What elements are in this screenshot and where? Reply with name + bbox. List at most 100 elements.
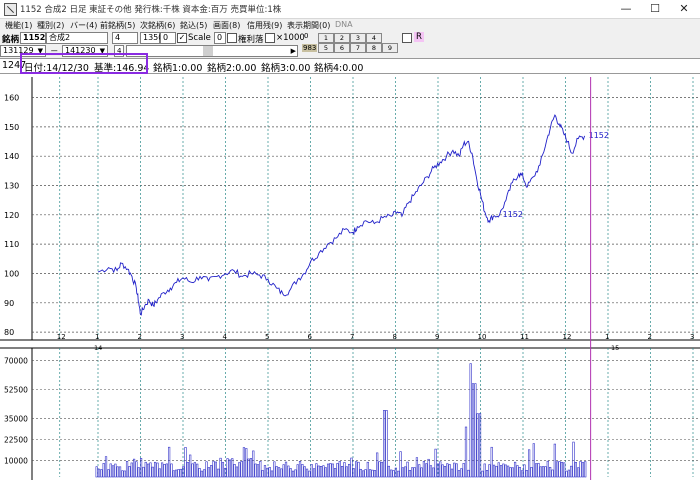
x-tick-label: 12 <box>563 333 572 341</box>
volume-bar <box>383 410 386 478</box>
volume-bar <box>478 413 482 478</box>
volume-bar <box>114 463 117 478</box>
volume-bar <box>523 464 526 478</box>
volume-bar <box>217 468 220 478</box>
volume-bar <box>446 463 449 478</box>
volume-bar <box>376 452 379 478</box>
volume-bar <box>319 466 323 478</box>
volume-bar <box>474 383 477 478</box>
volume-bar <box>544 466 547 478</box>
volume-bar <box>158 468 161 478</box>
volume-bar <box>294 469 297 478</box>
x-tick-label: 2 <box>648 333 652 341</box>
volume-bar <box>518 467 521 478</box>
volume-bar <box>149 462 152 478</box>
volume-bar <box>462 463 465 478</box>
volume-bar <box>123 470 126 478</box>
volume-bar <box>219 457 222 478</box>
volume-bar <box>198 467 201 478</box>
volume-bar <box>170 463 173 478</box>
volume-bar <box>240 460 243 478</box>
volume-bar <box>100 469 103 478</box>
volume-bar <box>207 467 210 478</box>
volume-bar <box>490 446 493 478</box>
volume-bar <box>390 469 393 478</box>
volume-tick-label: 52500 <box>4 386 28 395</box>
volume-bar <box>210 465 213 478</box>
volume-bar <box>259 461 262 478</box>
y-tick-label: 140 <box>4 152 19 161</box>
volume-bar <box>345 466 348 478</box>
volume-bar <box>348 463 351 478</box>
volume-bar <box>509 467 512 478</box>
volume-bar <box>483 463 486 478</box>
volume-bar <box>366 461 369 478</box>
volume-bar <box>282 464 285 478</box>
volume-tick-label: 22500 <box>4 436 28 445</box>
volume-bar <box>350 457 353 478</box>
x-tick-label: 10 <box>478 333 487 341</box>
x-tick-label: 4 <box>223 333 228 341</box>
volume-bar <box>427 458 430 478</box>
volume-bar <box>121 470 124 478</box>
volume-bar <box>273 461 276 478</box>
volume-bar <box>154 461 157 478</box>
y-tick-label: 120 <box>4 211 19 220</box>
volume-bar <box>467 469 470 478</box>
volume-bar <box>551 469 554 478</box>
volume-bar <box>369 469 372 478</box>
y-tick-label: 110 <box>4 240 19 249</box>
price-chart[interactable]: 809010011012013014015016012 1 2 3 4 5 6 7 8 9 10 11… <box>0 0 700 480</box>
volume-bar <box>326 463 330 478</box>
volume-bar <box>443 466 447 478</box>
volume-bar <box>485 470 489 478</box>
x-period-label: 14 <box>94 344 102 352</box>
volume-bar <box>387 465 390 478</box>
volume-bar <box>142 466 145 478</box>
x-tick-label: 1 <box>605 333 609 341</box>
volume-bar <box>118 466 122 478</box>
volume-bar <box>432 467 435 478</box>
x-tick-label: 2 <box>138 333 142 341</box>
volume-bar <box>252 450 255 478</box>
volume-bar <box>434 448 437 478</box>
volume-bar <box>322 465 325 478</box>
volume-bar <box>471 383 475 478</box>
volume-bar <box>528 449 531 478</box>
volume-bar <box>245 448 248 478</box>
volume-bar <box>492 464 496 478</box>
volume-bar <box>355 461 358 478</box>
volume-bar <box>574 462 577 478</box>
price-panel-bg <box>0 74 700 341</box>
volume-bar <box>254 463 257 478</box>
volume-bar <box>291 470 295 478</box>
y-tick-label: 160 <box>4 94 19 103</box>
volume-bar <box>242 447 246 478</box>
volume-bar <box>161 462 164 478</box>
volume-bar <box>563 462 566 478</box>
volume-bar <box>397 470 400 478</box>
volume-bar <box>139 458 143 478</box>
volume-bar <box>168 446 171 478</box>
volume-bar <box>95 466 98 478</box>
volume-bar <box>104 456 108 478</box>
volume-bar <box>333 468 337 478</box>
x-tick-label: 11 <box>520 333 529 341</box>
x-tick-label: 3 <box>690 333 694 341</box>
series-mid-label: 1152 <box>503 210 523 219</box>
volume-bar <box>420 467 423 478</box>
volume-bar <box>556 461 559 478</box>
volume-bar <box>284 461 288 478</box>
volume-bar <box>439 461 442 478</box>
volume-bar <box>329 463 332 478</box>
volume-bar <box>317 465 320 478</box>
volume-bar <box>235 466 239 478</box>
volume-bar <box>196 463 199 478</box>
volume-bar <box>301 464 304 478</box>
volume-bar <box>530 467 533 478</box>
volume-bar <box>238 462 241 478</box>
volume-bar <box>221 462 225 478</box>
volume-bar <box>352 468 355 478</box>
volume-bar <box>336 463 339 478</box>
volume-bar <box>130 462 133 478</box>
